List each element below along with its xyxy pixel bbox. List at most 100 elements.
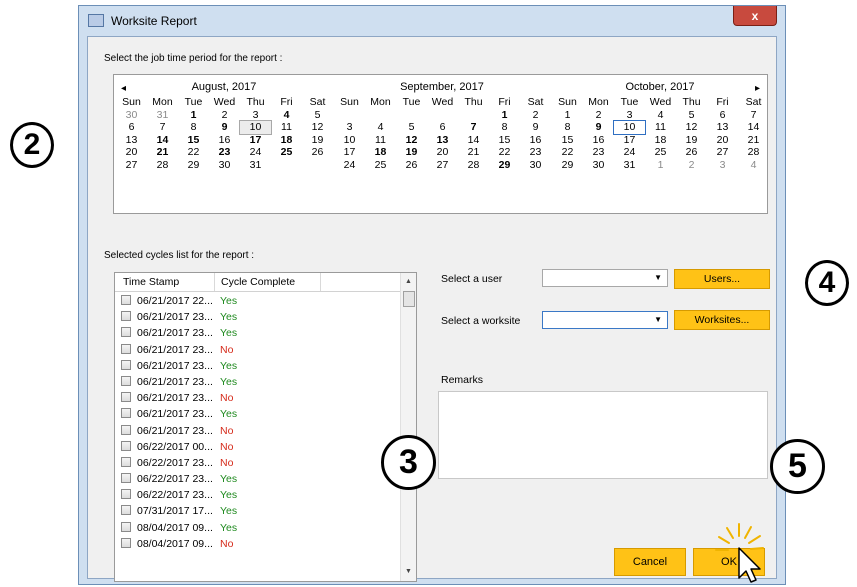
calendar-day[interactable]: 14 (458, 134, 489, 147)
calendar-day[interactable]: 4 (738, 159, 769, 172)
calendar-day[interactable]: 23 (583, 146, 614, 159)
list-scrollbar[interactable]: ▲ ▼ (400, 273, 416, 581)
calendar-day[interactable]: 2 (676, 159, 707, 172)
row-checkbox[interactable] (121, 537, 131, 548)
worksite-combobox[interactable]: ▼ (542, 311, 668, 329)
row-checkbox[interactable] (121, 440, 131, 451)
cancel-button[interactable]: Cancel (614, 548, 686, 576)
calendar-day[interactable]: 8 (489, 121, 520, 134)
row-checkbox[interactable] (121, 473, 131, 484)
table-row[interactable]: 06/21/2017 23... Yes (115, 374, 401, 390)
title-bar[interactable]: Worksite Report x (79, 6, 785, 36)
scroll-thumb[interactable] (403, 291, 415, 307)
month-calendar[interactable]: ◂ ▸ August, 2017 Sun Mon Tue Wed Thu Fri Sat 30… (113, 74, 768, 214)
dropdown-arrow-icon[interactable]: ▼ (654, 315, 662, 324)
calendar-day[interactable]: 26 (302, 146, 333, 159)
row-checkbox[interactable] (121, 456, 131, 467)
calendar-day[interactable]: 22 (489, 146, 520, 159)
calendar-day[interactable]: 21 (458, 146, 489, 159)
row-checkbox[interactable] (121, 392, 131, 403)
table-row[interactable]: 06/21/2017 23... Yes (115, 309, 401, 325)
calendar-day[interactable]: 19 (676, 134, 707, 147)
calendar-day[interactable]: 9 (583, 121, 614, 134)
calendar-day[interactable]: 12 (676, 121, 707, 134)
table-row[interactable]: 08/04/2017 09... No (115, 536, 401, 552)
calendar-day[interactable]: 19 (396, 146, 427, 159)
calendar-day[interactable]: 5 (302, 109, 333, 122)
calendar-day[interactable]: 11 (271, 121, 302, 134)
table-row[interactable]: 07/31/2017 17... Yes (115, 503, 401, 519)
calendar-day[interactable]: 1 (552, 109, 583, 122)
calendar-day[interactable]: 29 (489, 159, 520, 172)
calendar-day[interactable]: 11 (645, 121, 676, 134)
calendar-day[interactable]: 1 (178, 109, 209, 122)
calendar-day[interactable]: 8 (178, 121, 209, 134)
calendar-day[interactable]: 10 (613, 120, 646, 135)
calendar-day[interactable]: 14 (147, 134, 178, 147)
calendar-day[interactable]: 30 (209, 159, 240, 172)
calendar-day[interactable]: 17 (240, 134, 271, 147)
calendar-day[interactable]: 3 (707, 159, 738, 172)
calendar-day[interactable]: 18 (365, 146, 396, 159)
calendar-day[interactable]: 20 (116, 146, 147, 159)
row-checkbox[interactable] (121, 327, 131, 338)
calendar-day[interactable]: 25 (365, 159, 396, 172)
calendar-day[interactable]: 8 (552, 121, 583, 134)
table-row[interactable]: 06/21/2017 23... No (115, 423, 401, 439)
calendar-day[interactable]: 11 (365, 134, 396, 147)
calendar-day[interactable]: 24 (614, 146, 645, 159)
calendar-day[interactable]: 10 (239, 120, 272, 135)
table-row[interactable]: 06/22/2017 23... Yes (115, 471, 401, 487)
calendar-day[interactable]: 2 (520, 109, 551, 122)
worksites-button[interactable]: Worksites... (674, 310, 770, 330)
calendar-day[interactable]: 7 (738, 109, 769, 122)
calendar-day[interactable]: 26 (676, 146, 707, 159)
table-row[interactable]: 06/22/2017 23... No (115, 455, 401, 471)
table-row[interactable]: 06/21/2017 23... Yes (115, 325, 401, 341)
calendar-day[interactable]: 4 (271, 109, 302, 122)
table-row[interactable]: 06/21/2017 23... Yes (115, 358, 401, 374)
remarks-textarea[interactable] (438, 391, 768, 479)
table-row[interactable]: 08/04/2017 09... Yes (115, 520, 401, 536)
calendar-day[interactable]: 30 (583, 159, 614, 172)
calendar-day[interactable]: 12 (396, 134, 427, 147)
row-checkbox[interactable] (121, 359, 131, 370)
calendar-day[interactable]: 16 (209, 134, 240, 147)
calendar-day[interactable]: 29 (178, 159, 209, 172)
calendar-day[interactable]: 20 (707, 134, 738, 147)
calendar-day[interactable]: 6 (116, 121, 147, 134)
calendar-day[interactable]: 13 (116, 134, 147, 147)
calendar-day[interactable]: 27 (707, 146, 738, 159)
calendar-day[interactable]: 16 (583, 134, 614, 147)
calendar-day[interactable]: 2 (209, 109, 240, 122)
calendar-day[interactable]: 22 (552, 146, 583, 159)
table-row[interactable]: 06/21/2017 22... Yes (115, 293, 401, 309)
users-button[interactable]: Users... (674, 269, 770, 289)
calendar-day[interactable]: 4 (645, 109, 676, 122)
calendar-day[interactable]: 27 (427, 159, 458, 172)
close-button[interactable]: x (733, 6, 777, 26)
calendar-day[interactable]: 28 (738, 146, 769, 159)
dropdown-arrow-icon[interactable]: ▼ (654, 273, 662, 282)
calendar-day[interactable]: 31 (147, 109, 178, 122)
calendar-day[interactable]: 7 (147, 121, 178, 134)
calendar-day[interactable]: 13 (707, 121, 738, 134)
calendar-day[interactable]: 6 (707, 109, 738, 122)
calendar-day[interactable]: 23 (209, 146, 240, 159)
calendar-day[interactable]: 31 (614, 159, 645, 172)
row-checkbox[interactable] (121, 343, 131, 354)
calendar-day[interactable]: 17 (614, 134, 645, 147)
row-checkbox[interactable] (121, 424, 131, 435)
calendar-day[interactable]: 15 (552, 134, 583, 147)
calendar-day[interactable]: 21 (147, 146, 178, 159)
calendar-day[interactable]: 28 (147, 159, 178, 172)
calendar-day[interactable]: 18 (645, 134, 676, 147)
calendar-day[interactable]: 22 (178, 146, 209, 159)
calendar-day[interactable]: 6 (427, 121, 458, 134)
table-row[interactable]: 06/22/2017 23... Yes (115, 487, 401, 503)
table-row[interactable]: 06/22/2017 00... No (115, 439, 401, 455)
calendar-day[interactable]: 18 (271, 134, 302, 147)
calendar-day[interactable]: 17 (334, 146, 365, 159)
calendar-day[interactable]: 12 (302, 121, 333, 134)
row-checkbox[interactable] (121, 489, 131, 500)
